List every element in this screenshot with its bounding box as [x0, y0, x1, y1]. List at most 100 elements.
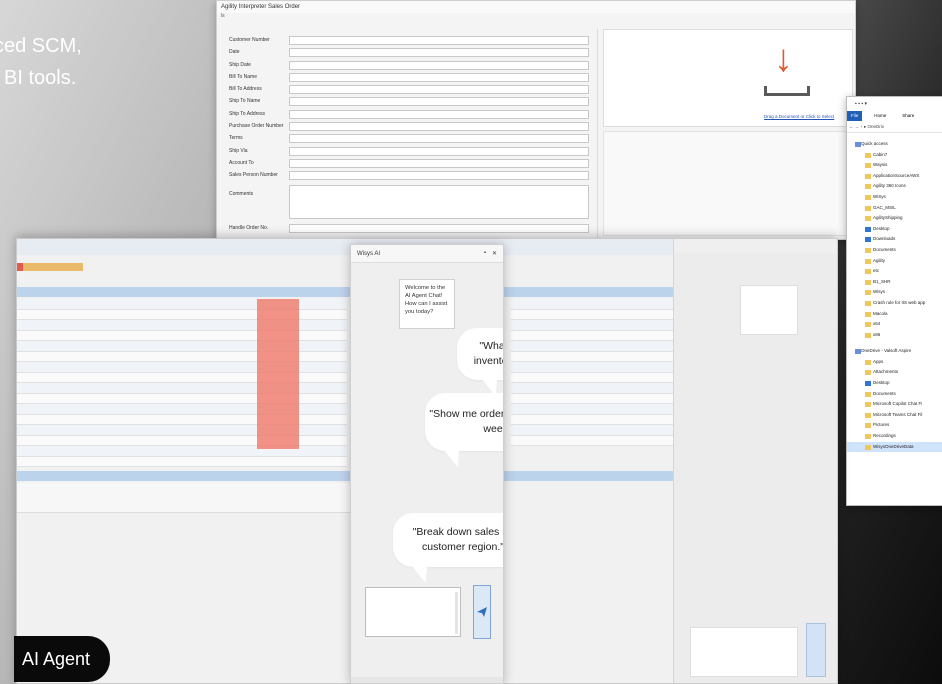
form-label: Bill To Address [229, 86, 262, 93]
folder-item[interactable]: x86 [847, 330, 942, 341]
folder-item[interactable]: WiSys [847, 192, 942, 203]
folder-item[interactable]: etc [847, 266, 942, 277]
table-row [511, 351, 676, 362]
prompt-bubble-delayed-orders: "Show me orders delayed this week." [425, 393, 503, 451]
folder-item[interactable]: Pictures [847, 420, 942, 431]
form-input[interactable] [289, 146, 589, 156]
handle-order-label: Handle Order No. [229, 224, 269, 231]
chat-title-bar: Wisys AI ▪ ✕ [351, 245, 503, 263]
form-label: Sales Person Number [229, 172, 278, 179]
folder-item[interactable]: Downloads [847, 234, 942, 245]
table-row [511, 383, 676, 394]
form-row: Terms [223, 133, 601, 145]
hero-text: ced SCM, l BI tools. [0, 30, 82, 94]
folder-item[interactable]: Desktop [847, 224, 942, 235]
form-label: Customer Number [229, 37, 270, 43]
folder-item[interactable]: ApplicationSourceAWS [847, 171, 942, 182]
form-row: Ship To Name [223, 96, 601, 108]
table-row [17, 456, 347, 467]
form-input[interactable] [289, 171, 589, 181]
form-input[interactable] [289, 158, 589, 168]
minimize-icon[interactable]: ▪ [484, 250, 486, 257]
form-label: Account To [229, 159, 254, 166]
table-row [511, 341, 676, 352]
folder-item[interactable]: Recordings [847, 431, 942, 442]
folder-item[interactable]: Macola [847, 309, 942, 320]
folder-item[interactable]: B1_SHR [847, 277, 942, 288]
folder-item[interactable]: WisysOneDriveData [847, 441, 942, 453]
comments-label: Comments [229, 190, 254, 197]
table-row [511, 320, 676, 331]
tab-file[interactable]: File [847, 111, 863, 121]
onedrive-header[interactable]: OneDrive - Valsoft Aspire [847, 346, 942, 357]
file-explorer-window: ▪ ▪ ▪ ▾ File Home Share ← → ↑ ▸ OneDriv … [846, 96, 942, 506]
form-input[interactable] [289, 36, 589, 45]
form-label: Bill To Name [229, 73, 257, 80]
folder-item[interactable]: Agility [847, 256, 942, 267]
send-icon [477, 607, 487, 617]
table-row [511, 435, 676, 446]
tab-share[interactable]: Share [898, 111, 918, 121]
send-button[interactable] [473, 585, 491, 639]
folder-item[interactable]: Documents [847, 245, 942, 256]
quick-access-header[interactable]: Quick access [847, 139, 942, 150]
form-label: Ship Date [229, 61, 251, 68]
sales-order-window: Agility Interpreter Sales Order ls Custo… [216, 0, 856, 241]
tab-home[interactable]: Home [870, 111, 890, 121]
comments-input[interactable] [289, 184, 589, 219]
grid-action-button[interactable] [17, 263, 83, 271]
folder-item[interactable]: Crash rule for IIS web app [847, 298, 942, 309]
form-input[interactable] [289, 85, 589, 95]
folder-item[interactable]: x64 [847, 319, 942, 330]
folder-item[interactable]: Attachments [847, 367, 942, 378]
document-drop-zone[interactable]: ↓ Drag a Document or Click to Select [603, 29, 853, 127]
folder-item[interactable]: Wisys [847, 287, 942, 298]
folder-item[interactable]: Apps [847, 357, 942, 368]
form-label: Purchase Order Number [229, 123, 284, 130]
form-row: Date [223, 47, 601, 59]
table-row [511, 372, 676, 383]
form-row: Account To [223, 158, 601, 170]
navigation-pane: Quick access Cabin7 Waysis ApplicationSourc… [847, 133, 942, 453]
folder-item[interactable]: Microsoft Teams Chat Fil [847, 410, 942, 421]
table-row [511, 414, 676, 425]
folder-item[interactable]: Desktop [847, 378, 942, 389]
folder-item[interactable]: AgilityShipping [847, 213, 942, 224]
prompt-text: "Show me orders delayed this week." [429, 408, 503, 435]
folder-item[interactable]: Microsoft Copilot Chat Fi [847, 399, 942, 410]
address-bar[interactable]: ← → ↑ ▸ OneDriv [847, 121, 942, 133]
table-row [511, 330, 676, 341]
form-row: Customer Number [223, 35, 601, 47]
form-input[interactable] [289, 97, 589, 107]
form-row: Bill To Address [223, 84, 601, 96]
sales-order-subtitle: ls [221, 13, 225, 19]
form-input[interactable] [289, 109, 589, 119]
handle-order-row: Handle Order No. [223, 223, 601, 235]
form-row: Sales Person Number [223, 170, 601, 182]
form-input[interactable] [289, 60, 589, 70]
select-document-link[interactable]: Drag a Document or Click to Select [764, 114, 834, 119]
handle-order-input[interactable] [289, 223, 589, 233]
detail-grid [17, 483, 357, 513]
folder-item[interactable]: Cabin7 [847, 150, 942, 161]
comments-row: Comments [223, 183, 601, 223]
folder-item[interactable]: Waysis [847, 160, 942, 171]
form-input[interactable] [289, 134, 589, 144]
form-input[interactable] [289, 122, 589, 132]
folder-item[interactable]: Documents [847, 389, 942, 400]
close-icon[interactable]: ✕ [492, 250, 497, 257]
form-row: Ship Date [223, 60, 601, 72]
form-input[interactable] [289, 48, 589, 58]
sales-order-form: Customer Number Date Ship Date Bill To Name… [223, 35, 601, 235]
divider [597, 29, 598, 241]
ai-agent-badge: AI Agent [14, 636, 110, 682]
quick-access-toolbar: ▪ ▪ ▪ ▾ [855, 101, 867, 107]
form-input[interactable] [289, 72, 589, 82]
table-row [511, 309, 676, 320]
folder-item[interactable]: Agility 360 Icons [847, 181, 942, 192]
hero-line-1: ced SCM, [0, 35, 82, 57]
ai-chat-window: Wisys AI ▪ ✕ Welcome to the AI Agent Cha… [350, 244, 504, 684]
folder-item[interactable]: GAC_MSIL [847, 203, 942, 214]
chat-message-input[interactable] [365, 587, 461, 637]
chat-title: Wisys AI [357, 250, 381, 257]
